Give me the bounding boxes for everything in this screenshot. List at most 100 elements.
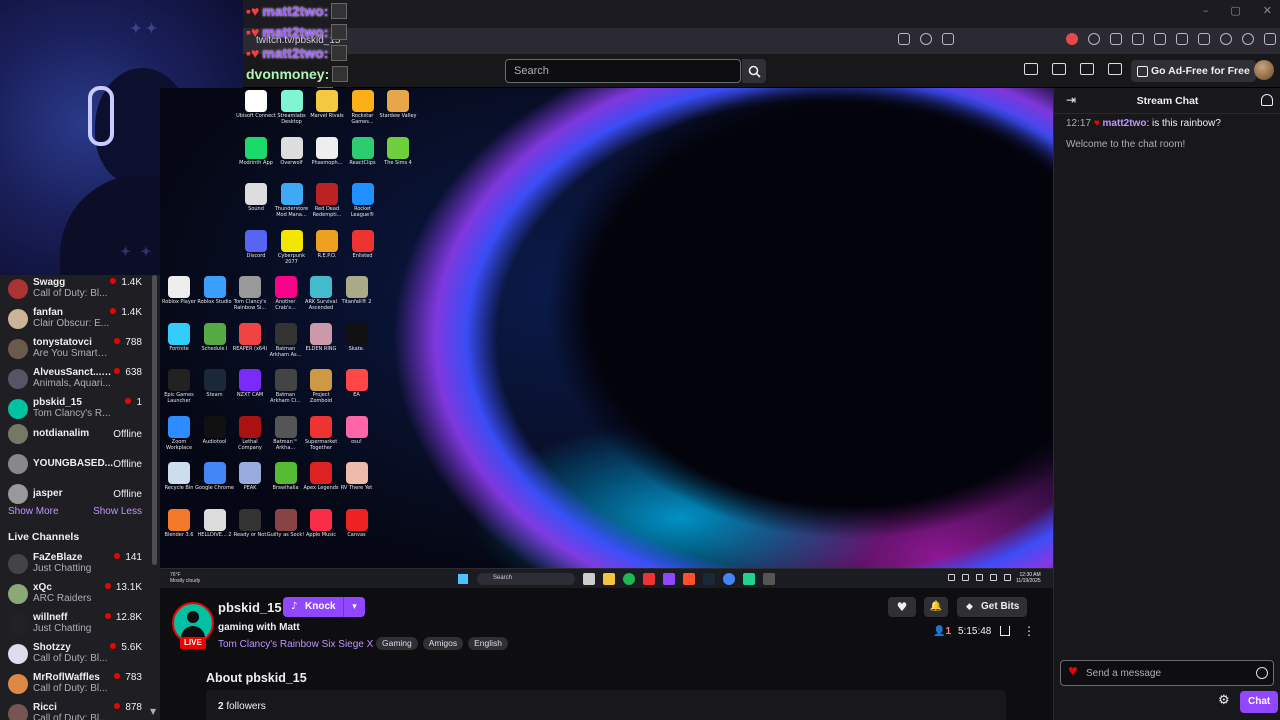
user-avatar[interactable] [1254,60,1274,80]
share-icon[interactable] [1000,626,1010,636]
heart-icon: ♥ [1068,665,1078,678]
desktop-icon-label: PEAK [243,485,257,491]
sidebar-channel-row[interactable]: tonystatovci Are You Smarte... 788 [0,335,150,365]
app-icon [274,276,297,298]
viewers-icon: 👤 [933,626,946,637]
chevron-down-icon[interactable]: ▾ [343,597,365,617]
channel-category: Animals, Aquari... [33,378,111,389]
chat-welcome-message: Welcome to the chat room! [1066,139,1186,150]
screenshot-icon[interactable] [1132,33,1144,45]
desktop-icon-label: ELDEN RING [305,345,337,352]
notifications-bell-button[interactable]: 🔔 [924,597,948,617]
stream-tag[interactable]: English [468,637,508,650]
sidebar-channel-row[interactable]: FaZeBlaze Just Chatting 141 [0,550,150,580]
app-icon [345,276,368,298]
desktop-icon-label: Steam [206,392,223,398]
sidebar-channel-row[interactable]: notdianalim Offline [0,420,150,450]
community-icon[interactable] [1261,94,1273,106]
overlay-chat-line: ▪♥ matt2two: [246,21,466,42]
record-icon[interactable] [1066,33,1078,45]
system-tray [948,574,1011,581]
desktop-icon: Lethal Company [230,415,270,460]
desktop-icon: Blender 3.6 [160,508,199,553]
stream-tag[interactable]: Gaming [376,637,418,650]
share-page-icon[interactable] [898,33,910,45]
channel-name: xQc [33,582,52,593]
tray-usb-icon [962,574,969,581]
video-player[interactable]: Ubisoft Connect Streamlabs Desktop Marvel … [160,88,1053,588]
desktop-icon: Project Zomboid [301,369,341,413]
sidebar-channel-row[interactable]: Ricci Call of Duty: Bl... 878 [0,700,150,720]
minimize-icon[interactable]: – [1203,4,1209,17]
stream-chat: ⇥ Stream Chat 12:17 ♥ matt2two: is this … [1053,88,1280,720]
get-bits-button[interactable]: Get Bits [957,597,1028,617]
chat-input[interactable]: ♥ Send a message [1060,660,1274,686]
channel-name: Shotzzy [33,642,71,653]
sidebar-scrollbar[interactable] [152,275,157,565]
scroll-down-icon[interactable]: ▼ [150,707,156,716]
vpn-icon[interactable] [1242,33,1254,45]
desktop-icon: Ubisoft Connect [236,90,276,134]
sidebar-channel-row[interactable]: MrRoflWaffles Call of Duty: Bl... 783 [0,670,150,700]
search-button[interactable] [742,59,766,83]
sidebar-icon[interactable] [1176,33,1188,45]
chat-settings-icon[interactable]: ⚙ [1218,693,1230,708]
desktop-icon: Stardew Valley [378,90,418,134]
inbox-icon[interactable] [1052,63,1066,75]
extensions-icon[interactable] [1110,33,1122,45]
whispers-icon[interactable] [1080,63,1094,75]
brave-shield-icon[interactable] [920,33,932,45]
viewer-count: 5.6K [110,642,142,653]
desktop-icon-label: Red Dead Redempti... [312,206,342,218]
desktop-icon: Red Dead Redempti... [307,183,347,227]
app-icon [345,369,368,391]
sidebar-channel-row[interactable]: Shotzzy Call of Duty: Bl... 5.6K [0,640,150,670]
app-icon [345,322,368,345]
leo-icon[interactable] [1220,33,1232,45]
viewer-count: 141 [114,552,142,563]
desktop-icon: Epic Games Launcher [160,369,199,413]
chat-send-button[interactable]: Chat [1240,691,1279,713]
show-more-link[interactable]: Show More [8,506,59,517]
sidebar-channel-row[interactable]: Swagg Call of Duty: Bl... 1.4K [0,275,150,305]
rewards-icon[interactable] [942,33,954,45]
app-icon [203,415,226,438]
maximize-icon[interactable]: ▢ [1230,4,1240,17]
media-icon[interactable] [1154,33,1166,45]
show-less-link[interactable]: Show Less [93,506,142,517]
knock-button[interactable]: Knock [283,597,344,617]
game-link[interactable]: Tom Clancy's Rainbow Six Siege X [218,639,373,650]
app-icon [310,415,332,438]
bits-icon[interactable] [1108,63,1122,75]
desktop-icon-label: RV There Yet [340,485,373,491]
left-sidebar: Swagg Call of Duty: Bl... 1.4K fanfan Clair … [0,275,160,720]
stream-tag[interactable]: Amigos [422,637,464,650]
follower-count: 2 followers [218,701,266,712]
desktop-icon-label: ReactClips [349,159,376,166]
badge-icon: ▪♥ [246,23,260,40]
chat-input-placeholder: Send a message [1086,668,1162,679]
menu-icon[interactable] [1264,33,1276,45]
speaker-icon[interactable] [1088,33,1100,45]
sidebar-channel-row[interactable]: fanfan Clair Obscur: E... 1.4K [0,305,150,335]
desktop-icon: HELLDIVE... 2 [195,508,235,553]
follow-heart-button[interactable]: ♥ [888,597,916,617]
sidebar-channel-row[interactable]: willneff Just Chatting 12.8K [0,610,150,640]
go-ad-free-button[interactable]: Go Ad-Free for Free [1131,60,1256,82]
sidebar-channel-row[interactable]: AlveusSanct... +1 Animals, Aquari... 638 [0,365,150,395]
sidebar-channel-row[interactable]: YOUNGBASED... Offline [0,450,150,480]
more-options-icon[interactable]: ⋮ [1023,624,1035,638]
channel-name: Swagg [33,277,66,288]
sidebar-channel-row[interactable]: xQc ARC Raiders 13.1K [0,580,150,610]
wallet-icon[interactable] [1198,33,1210,45]
channel-name: MrRoflWaffles [33,672,100,683]
channel-name[interactable]: pbskid_15 [218,600,282,615]
emote-picker-icon[interactable] [1256,667,1268,679]
app-icon [168,462,190,484]
search-input[interactable] [505,59,741,83]
desktop-icon-label: Recycle Bin [164,485,194,491]
close-icon[interactable]: ✕ [1263,4,1272,17]
app-icon [168,369,190,391]
app-icon [203,462,226,484]
crown-icon[interactable] [1024,63,1038,75]
